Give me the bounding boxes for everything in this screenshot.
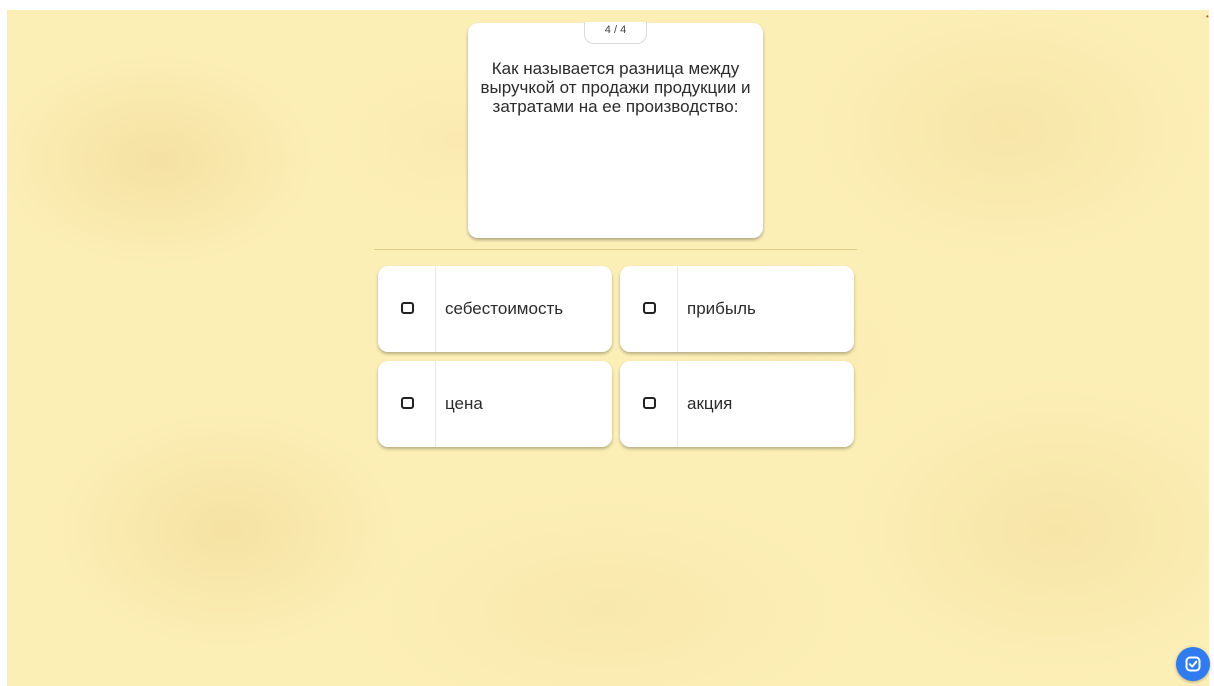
checkbox-area <box>620 266 678 352</box>
answer-option-2[interactable]: прибыль <box>620 266 854 352</box>
checkbox-icon[interactable] <box>643 397 656 409</box>
check-square-icon <box>1185 656 1201 672</box>
question-counter: 4 / 4 <box>584 22 647 44</box>
answer-label: себестоимость <box>445 299 564 318</box>
submit-button[interactable] <box>1176 647 1210 681</box>
question-card: 4 / 4 Как называется разница между выруч… <box>468 22 763 238</box>
checkbox-icon[interactable] <box>401 302 414 314</box>
divider <box>374 249 857 250</box>
checkbox-area <box>620 361 678 447</box>
answer-option-1[interactable]: себестоимость <box>378 266 612 352</box>
question-text: Как называется разница между выручкой от… <box>480 59 751 116</box>
checkbox-icon[interactable] <box>643 302 656 314</box>
answer-label: цена <box>445 394 483 413</box>
answer-option-3[interactable]: цена <box>378 361 612 447</box>
checkbox-icon[interactable] <box>401 397 414 409</box>
checkbox-area <box>378 361 436 447</box>
corner-marker: • <box>1206 12 1209 21</box>
answer-label: акция <box>687 394 733 413</box>
checkbox-area <box>378 266 436 352</box>
answer-option-4[interactable]: акция <box>620 361 854 447</box>
answer-label: прибыль <box>687 299 756 318</box>
